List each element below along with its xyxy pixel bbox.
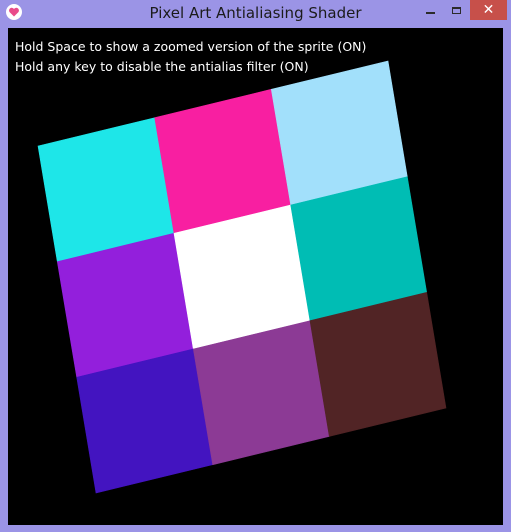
sprite-canvas	[37, 60, 447, 494]
maximize-button[interactable]	[443, 0, 469, 20]
app-window: Pixel Art Antialiasing Shader ✕ Hold Spa…	[0, 0, 511, 532]
info-text-zoom: Hold Space to show a zoomed version of t…	[15, 39, 367, 54]
render-canvas[interactable]: Hold Space to show a zoomed version of t…	[8, 28, 503, 525]
maximize-icon	[451, 6, 461, 14]
title-bar[interactable]: Pixel Art Antialiasing Shader ✕	[0, 0, 511, 27]
minimize-icon	[425, 12, 435, 14]
close-icon: ✕	[482, 2, 495, 18]
close-button[interactable]: ✕	[470, 0, 507, 20]
info-text-filter: Hold any key to disable the antialias fi…	[15, 59, 309, 74]
minimize-button[interactable]	[417, 0, 443, 20]
